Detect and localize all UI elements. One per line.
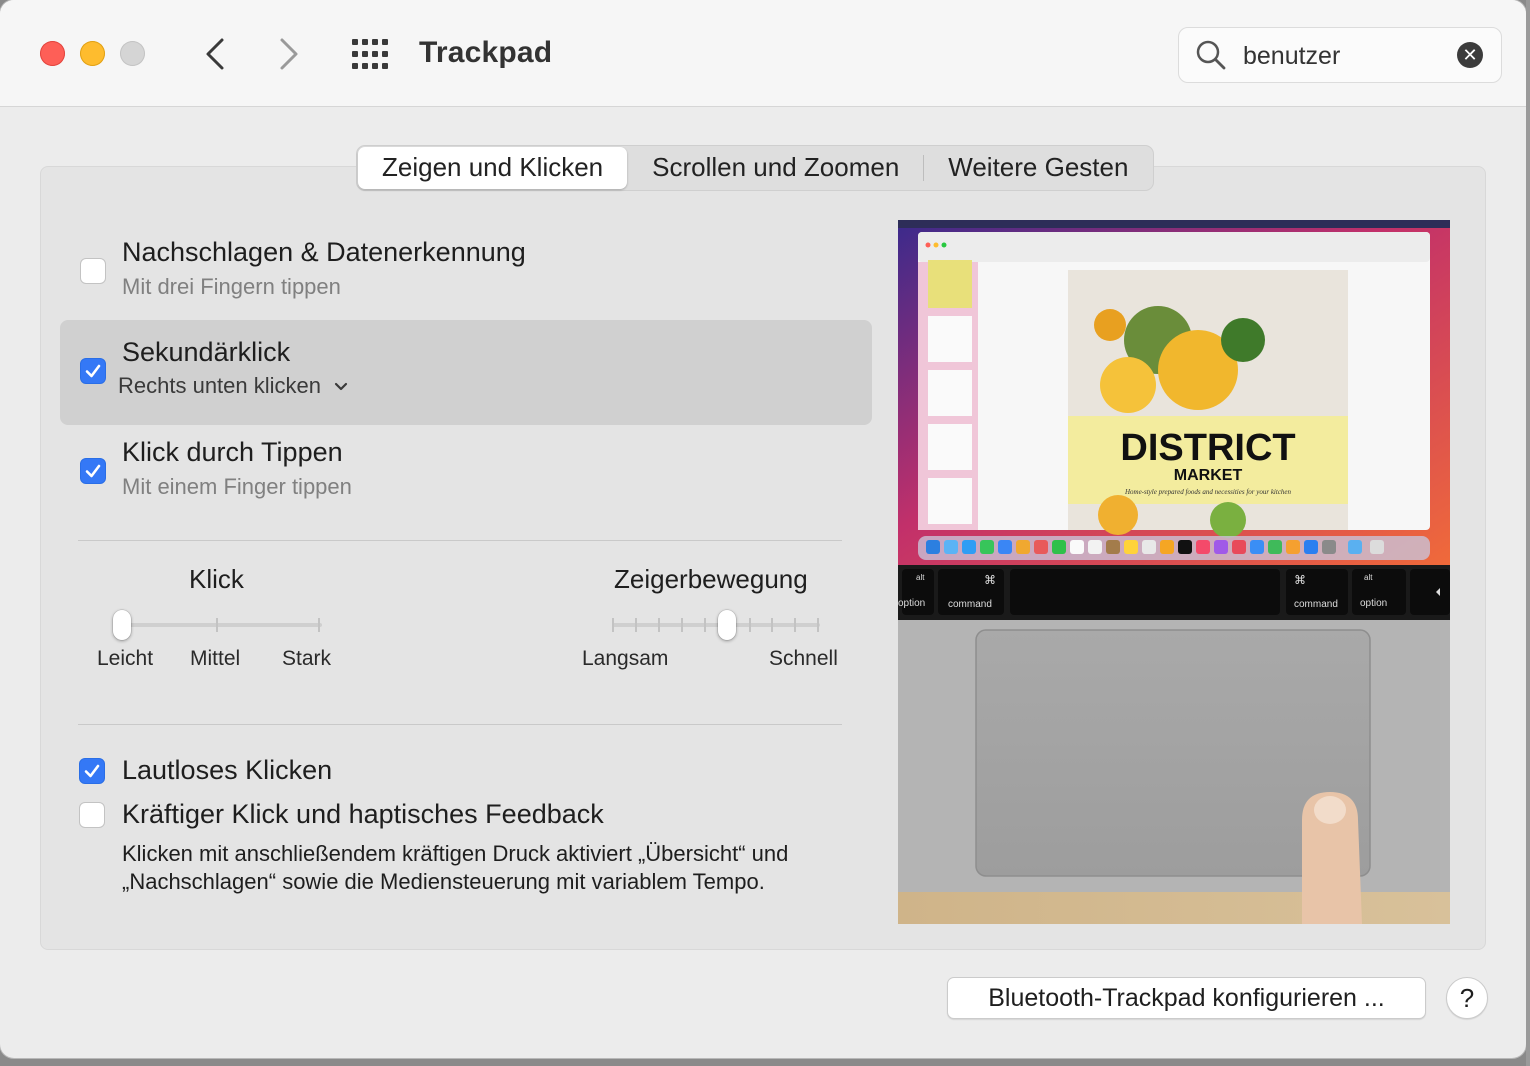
preview-key-alt-left: alt (916, 573, 925, 582)
tracking-slider-tick (704, 618, 706, 632)
window-title: Trackpad (419, 36, 553, 69)
tracking-slider-tick (612, 618, 614, 632)
force-click-description: Klicken mit anschließendem kräftigen Dru… (122, 841, 789, 894)
click-slider-track[interactable] (118, 623, 322, 627)
preview-key-option-left: option (898, 598, 925, 609)
tracking-slider-tick (681, 618, 683, 632)
checkmark-icon (84, 764, 100, 778)
tracking-slider-knob[interactable] (718, 610, 736, 640)
tab-scrollen-und-zoomen[interactable]: Scrollen und Zoomen (628, 147, 923, 189)
silent-click-checkbox[interactable] (79, 758, 105, 784)
click-label-medium: Mittel (190, 647, 241, 670)
preview-key-cmd-symbol-right: ⌘ (1294, 573, 1306, 587)
tracking-slider-tick (771, 618, 773, 632)
checkmark-icon (85, 464, 101, 478)
tap-to-click-title: Klick durch Tippen (122, 437, 343, 467)
tracking-slider-title: Zeigerbewegung (614, 564, 808, 594)
tracking-slider-tick (749, 618, 751, 632)
background-window-edge (1526, 0, 1530, 1066)
preview-doc-title: DISTRICT (1120, 427, 1295, 469)
tap-to-click-checkbox[interactable] (80, 458, 106, 484)
click-slider-title: Klick (189, 564, 244, 594)
minimize-window-button[interactable] (80, 41, 105, 66)
tracking-slider-tick (794, 618, 796, 632)
section-divider (78, 724, 842, 725)
section-divider (78, 540, 842, 541)
preview-doc-subtitle: MARKET (1174, 467, 1243, 484)
silent-click-title: Lautloses Klicken (122, 755, 333, 785)
tab-bar: Zeigen und Klicken Scrollen und Zoomen W… (356, 145, 1155, 191)
secondary-click-title: Sekundärklick (122, 337, 291, 367)
preview-key-option-right: option (1360, 598, 1387, 609)
force-click-title: Kräftiger Klick und haptisches Feedback (122, 799, 604, 829)
tracking-slider-track[interactable] (612, 623, 820, 627)
click-slider-knob[interactable] (113, 610, 131, 640)
bluetooth-trackpad-button[interactable]: Bluetooth-Trackpad konfigurieren ... (947, 977, 1426, 1019)
force-click-checkbox[interactable] (79, 802, 105, 828)
tab-weitere-gesten[interactable]: Weitere Gesten (924, 147, 1152, 189)
preview-illustration: DISTRICT MARKET Home-style prepared food… (898, 220, 1450, 924)
close-window-button[interactable] (40, 41, 65, 66)
secondary-click-checkbox[interactable] (80, 358, 106, 384)
preferences-window: Trackpad ✕ Zeigen und Klicken Scrollen u… (0, 0, 1526, 1058)
click-label-firm: Stark (282, 647, 332, 670)
clear-search-icon[interactable]: ✕ (1457, 42, 1483, 68)
click-slider-tick (318, 618, 320, 632)
tracking-slider-tick (635, 618, 637, 632)
tab-zeigen-und-klicken[interactable]: Zeigen und Klicken (358, 147, 628, 189)
lookup-checkbox[interactable] (80, 258, 106, 284)
title-bar: Trackpad ✕ (0, 0, 1526, 107)
tracking-slider-tick (658, 618, 660, 632)
tracking-slider-tick (817, 618, 819, 632)
tracking-label-fast: Schnell (769, 647, 838, 670)
preview-doc-tagline: Home-style prepared foods and necessitie… (1124, 488, 1292, 496)
chevron-down-icon (335, 382, 348, 391)
lookup-subtitle: Mit drei Fingern tippen (122, 274, 341, 299)
checkmark-icon (85, 364, 101, 378)
click-slider-tick (216, 618, 218, 632)
click-label-light: Leicht (97, 647, 154, 670)
zoom-window-button[interactable] (120, 41, 145, 66)
back-button[interactable] (196, 32, 236, 76)
lookup-title: Nachschlagen & Datenerkennung (122, 237, 526, 267)
search-icon (1196, 40, 1226, 70)
preview-key-cmd-symbol-left: ⌘ (984, 573, 996, 587)
tracking-label-slow: Langsam (582, 647, 669, 670)
secondary-click-popup-label: Rechts unten klicken (118, 373, 321, 398)
search-input[interactable] (1241, 38, 1445, 74)
preview-key-alt-right: alt (1364, 573, 1373, 582)
chevron-right-icon (280, 38, 298, 70)
help-button[interactable]: ? (1446, 977, 1488, 1019)
show-all-button[interactable] (350, 36, 390, 72)
chevron-left-icon (206, 38, 224, 70)
secondary-click-popup[interactable]: Rechts unten klicken (118, 373, 349, 399)
gesture-preview-image: DISTRICT MARKET Home-style prepared food… (898, 220, 1450, 924)
tap-to-click-subtitle: Mit einem Finger tippen (122, 474, 352, 499)
forward-button[interactable] (270, 32, 310, 76)
preview-key-command-right: command (1294, 599, 1338, 610)
search-field[interactable]: ✕ (1178, 27, 1502, 83)
grid-icon (352, 39, 388, 69)
preview-key-command-left: command (948, 599, 992, 610)
